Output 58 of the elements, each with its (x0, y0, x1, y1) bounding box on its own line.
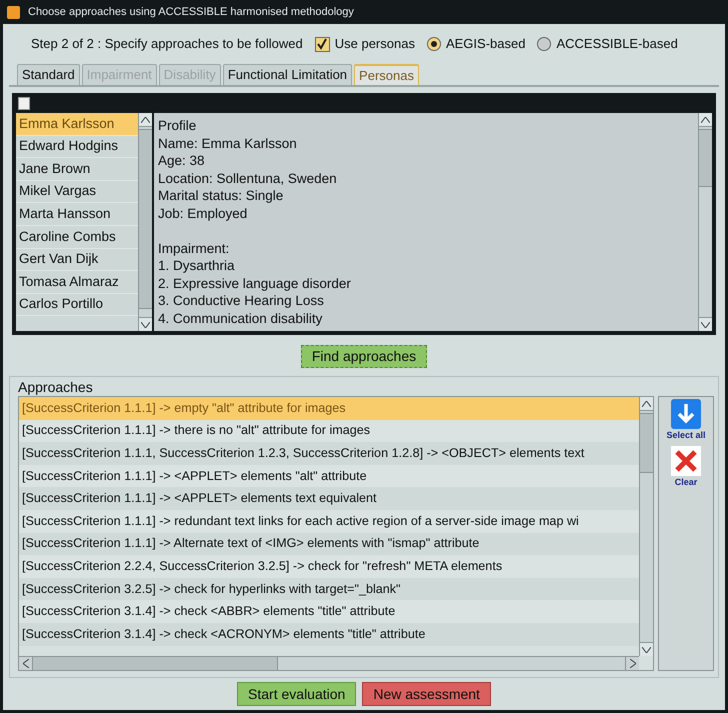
group-title: Approaches (18, 378, 94, 396)
radio-button[interactable] (426, 37, 441, 51)
scrollbar-thumb[interactable] (699, 129, 712, 187)
step-label: Step 2 of 2 : Specify approaches to be followed (31, 35, 303, 54)
start-evaluation-button[interactable]: Start evaluation (237, 682, 356, 706)
profile-line: Profile (158, 117, 196, 134)
scroll-up-icon[interactable] (141, 116, 150, 122)
scroll-down-icon[interactable] (701, 322, 710, 328)
clear-button[interactable]: Clear (671, 446, 701, 489)
checkbox[interactable] (314, 36, 330, 52)
select-all-button[interactable]: Select all (666, 399, 706, 442)
profile-line: Impairment: (158, 240, 230, 257)
profile-line: Job: Employed (158, 204, 248, 222)
checkbox-label: Use personas (334, 35, 415, 54)
approach-item[interactable]: [SuccessCriterion 1.1.1] -> Alternate text of <IMG> elements with "ismap" attribute (19, 532, 639, 556)
tab[interactable]: Standard (17, 64, 80, 85)
find-approaches-button[interactable]: Find approaches (300, 345, 428, 368)
approach-item[interactable]: [SuccessCriterion 3.2.5] -> check for hyperlinks with target="_blank" (19, 578, 639, 600)
profile-line: 4. Communication disability (158, 310, 322, 327)
profile-line: Name: Emma Karlsson (158, 134, 297, 152)
scrollbar-thumb[interactable] (640, 413, 653, 473)
approach-item[interactable]: [SuccessCriterion 1.1.1] -> <APPLET> elements "alt" attribute (19, 464, 639, 488)
approach-item[interactable]: [SuccessCriterion 3.1.4] -> check <ABBR> elements "title" attribute (19, 600, 639, 623)
scroll-left-icon[interactable] (22, 659, 28, 668)
horizontal-scrollbar[interactable] (19, 656, 639, 670)
persona-item[interactable]: Emma Karlsson (16, 113, 138, 136)
approach-item[interactable]: [SuccessCriterion 1.1.1, SuccessCriterion 1.2.3, SuccessCriterion 1.2.8] -> <OBJECT> elements text (19, 442, 639, 465)
radio-label: ACCESSIBLE-based (556, 35, 678, 54)
profile-line: 3. Conductive Hearing Loss (158, 292, 324, 310)
new-assessment-button[interactable]: New assessment (362, 682, 491, 706)
check-icon (316, 38, 328, 50)
scrollbar[interactable] (698, 113, 712, 331)
scrollbar-thumb[interactable] (139, 129, 152, 309)
profile-line: 2. Expressive language disorder (158, 274, 351, 292)
approach-item[interactable]: [SuccessCriterion 2.2.4, SuccessCriterion 3.2.5] -> check for "refresh" META elements (19, 555, 639, 578)
profile-line: Marital status: Single (158, 187, 284, 204)
approach-item[interactable]: [SuccessCriterion 1.1.1] -> redundant text links for each active region of a server-side image map wi (19, 510, 639, 533)
scroll-right-icon[interactable] (630, 659, 636, 668)
approach-item[interactable]: [SuccessCriterion 1.1.1] -> <APPLET> elements text equivalent (19, 487, 639, 510)
profile-line: Age: 38 (158, 152, 205, 170)
scroll-up-icon[interactable] (701, 116, 710, 122)
scroll-up-icon[interactable] (642, 400, 651, 406)
app-icon (7, 6, 20, 18)
radio-label: AEGIS-based (446, 35, 526, 54)
approach-item[interactable]: [SuccessCriterion 1.1.1] -> empty "alt" attribute for images (19, 397, 639, 420)
tab[interactable]: Personas (354, 64, 419, 85)
radio-button[interactable] (537, 37, 552, 51)
scrollbar[interactable] (138, 113, 152, 331)
tab[interactable]: Functional Limitation (222, 64, 352, 85)
approach-item[interactable]: [SuccessCriterion 3.1.4] -> check <ACRONYM> elements "title" attribute (19, 622, 639, 646)
scroll-down-icon[interactable] (642, 646, 651, 652)
scroll-down-icon[interactable] (141, 322, 150, 328)
profile-line: Location: Sollentuna, Sweden (158, 170, 337, 187)
scrollbar[interactable] (639, 397, 653, 656)
window-title: Choose approaches using ACCESSIBLE harmonised methodology (28, 4, 354, 20)
cross-icon (671, 446, 701, 476)
profile-line: 1. Dysarthria (158, 257, 235, 274)
approach-item[interactable]: [SuccessCriterion 1.1.1] -> there is no "alt" attribute for images (19, 420, 639, 442)
